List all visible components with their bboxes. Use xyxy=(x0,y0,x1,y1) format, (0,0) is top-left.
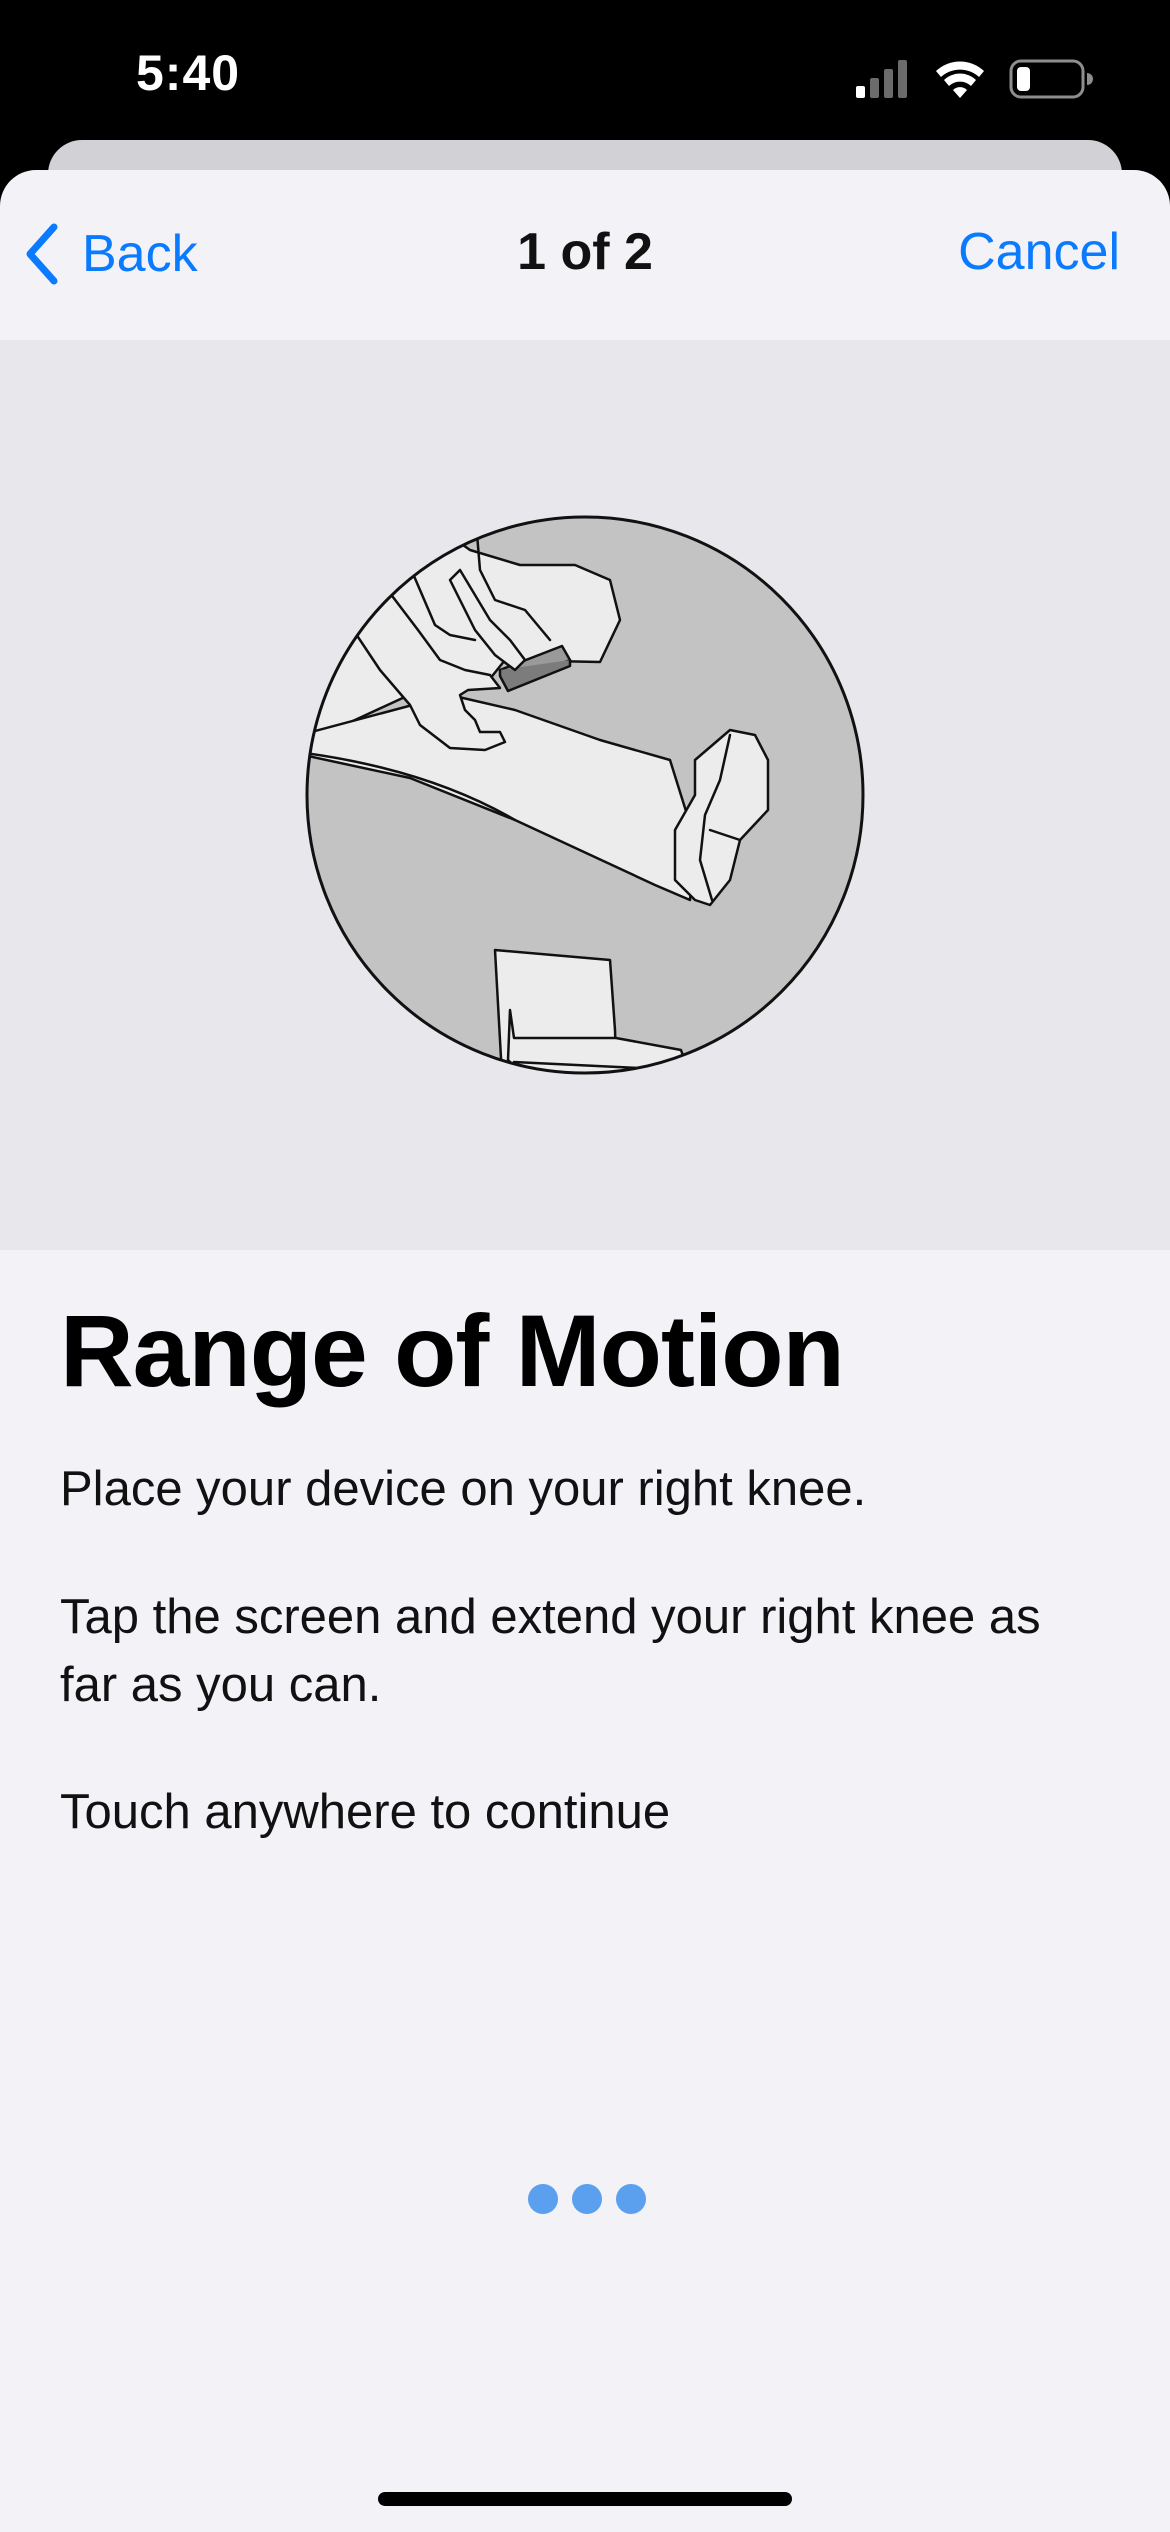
instruction-text: Place your device on your right knee. xyxy=(60,1462,867,1517)
modal-sheet[interactable]: Back 1 of 2 Cancel Range of Motion Place… xyxy=(0,170,1170,2532)
status-bar: 5:40 xyxy=(0,0,1170,150)
navigation-bar: Back 1 of 2 Cancel xyxy=(0,170,1170,340)
home-indicator[interactable] xyxy=(378,2492,792,2506)
continue-prompt: Touch anywhere to continue xyxy=(60,1785,671,1840)
loading-dots xyxy=(528,2184,646,2214)
page-title: Range of Motion xyxy=(60,1294,845,1408)
wifi-icon xyxy=(936,61,984,98)
dot xyxy=(572,2184,602,2214)
status-time: 5:40 xyxy=(136,45,241,101)
instruction-text: Tap the screen and extend your right kne… xyxy=(60,1590,1041,1712)
instructions-content: Range of Motion Place your device on you… xyxy=(60,1290,1110,1907)
cancel-button[interactable]: Cancel xyxy=(958,222,1120,282)
dot xyxy=(528,2184,558,2214)
status-icons xyxy=(850,56,1100,100)
battery-icon xyxy=(1009,59,1093,99)
cellular-signal-icon xyxy=(856,60,907,98)
knee-range-of-motion-illustration xyxy=(305,515,865,1075)
dot xyxy=(616,2184,646,2214)
illustration-area xyxy=(0,340,1170,1250)
